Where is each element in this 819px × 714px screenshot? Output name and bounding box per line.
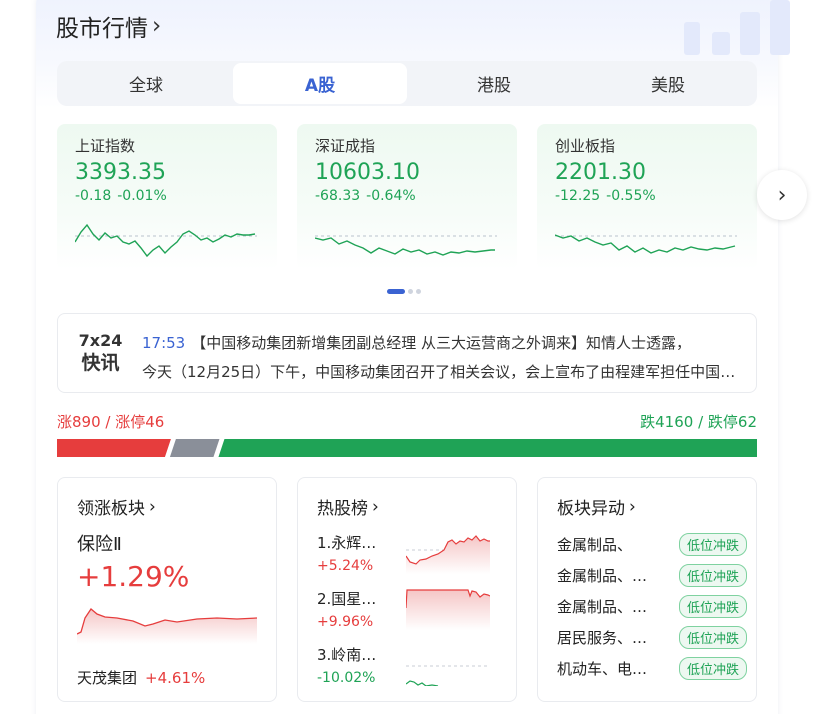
sector-move-row[interactable]: 金属制品、… 低位冲跌 bbox=[557, 563, 747, 587]
sector-move-row[interactable]: 金属制品、 低位冲跌 bbox=[557, 532, 747, 556]
index-sparkline bbox=[555, 234, 737, 254]
sector-move-badge: 低位冲跌 bbox=[678, 563, 747, 587]
news-body: 今天（12月25日）下午，中国移动集团召开了相关会议，会上宣布了由程建军担任中国… bbox=[142, 363, 738, 381]
sector-move-badge: 低位冲跌 bbox=[678, 532, 747, 556]
decorative-bars-icon bbox=[684, 0, 790, 55]
sector-move-name: 金属制品、 bbox=[557, 535, 633, 554]
index-change-pct: -0.55% bbox=[606, 188, 656, 204]
leading-sector-panel[interactable]: 领涨板块 › 保险Ⅱ +1.29% 天茂集团 +4.61% bbox=[57, 477, 277, 702]
sector-move-name: 机动车、电… bbox=[557, 659, 648, 678]
index-value: 2201.30 bbox=[555, 160, 646, 185]
hot-stock-sparkline bbox=[406, 535, 490, 574]
section-title[interactable]: 股市行情 › bbox=[56, 9, 161, 43]
sector-move-badge: 低位冲跌 bbox=[678, 656, 747, 680]
up-count-label: 涨890 / 涨停46 bbox=[57, 413, 165, 431]
index-card-chinext[interactable]: 创业板指 2201.30 -12.25 -0.55% bbox=[537, 124, 757, 270]
index-name: 上证指数 bbox=[75, 137, 136, 155]
chevron-right-icon: › bbox=[152, 13, 162, 39]
sector-move-badge: 低位冲跌 bbox=[678, 625, 747, 649]
tab-global[interactable]: 全球 bbox=[59, 63, 233, 104]
news-time: 17:53 bbox=[142, 334, 186, 352]
down-count-label: 跌4160 / 跌停62 bbox=[640, 413, 757, 431]
index-change-abs: -68.33 bbox=[315, 188, 361, 204]
index-card-shenzhen[interactable]: 深证成指 10603.10 -68.33 -0.64% bbox=[297, 124, 517, 270]
index-sparkline bbox=[75, 223, 257, 258]
news-headline: 【中国移动集团新增集团副总经理 从三大运营商之外调来】知情人士透露， bbox=[191, 334, 692, 352]
market-tabs: 全球 A股 港股 美股 bbox=[57, 61, 757, 106]
chevron-right-icon: › bbox=[629, 496, 636, 517]
index-sparkline bbox=[315, 235, 497, 256]
sector-pct: +1.29% bbox=[77, 560, 190, 593]
carousel-indicator bbox=[387, 289, 421, 294]
breadth-segment-down bbox=[218, 439, 757, 457]
sector-leader-name: 天茂集团 bbox=[77, 669, 138, 687]
index-change-pct: -0.64% bbox=[366, 188, 416, 204]
tab-us[interactable]: 美股 bbox=[581, 63, 755, 104]
chevron-right-icon: › bbox=[372, 496, 379, 517]
sector-leader-pct: +4.61% bbox=[145, 669, 206, 687]
news-flash[interactable]: 7x24 快讯 17:53 【中国移动集团新增集团副总经理 从三大运营商之外调来】… bbox=[57, 313, 757, 393]
hot-stock-item[interactable]: 1.永辉… +5.24% bbox=[317, 532, 507, 582]
sector-leader[interactable]: 天茂集团 +4.61% bbox=[77, 667, 205, 688]
chevron-right-icon: › bbox=[777, 182, 787, 208]
hot-stock-sparkline bbox=[406, 589, 490, 630]
hot-stock-item[interactable]: 3.岭南… -10.02% bbox=[317, 644, 507, 694]
index-change-pct: -0.01% bbox=[117, 188, 167, 204]
sector-moves-panel[interactable]: 板块异动 › 金属制品、 低位冲跌 金属制品、… 低位冲跌 金属制品、… 低位冲… bbox=[537, 477, 757, 702]
carousel-next-button[interactable]: › bbox=[757, 170, 807, 220]
index-change: -0.18 -0.01% bbox=[75, 188, 259, 204]
section-title-text: 股市行情 bbox=[56, 16, 148, 42]
panel-title[interactable]: 领涨板块 › bbox=[77, 494, 156, 520]
sector-move-row[interactable]: 金属制品、… 低位冲跌 bbox=[557, 594, 747, 618]
panel-title-text: 热股榜 bbox=[317, 499, 368, 519]
index-card-shanghai[interactable]: 上证指数 3393.35 -0.18 -0.01% bbox=[57, 124, 277, 270]
panel-title[interactable]: 板块异动 › bbox=[557, 494, 636, 520]
market-breadth-bar bbox=[57, 439, 757, 457]
news-content: 17:53 【中国移动集团新增集团副总经理 从三大运营商之外调来】知情人士透露， … bbox=[142, 329, 738, 387]
panel-title-text: 板块异动 bbox=[557, 499, 625, 519]
breadth-segment-up bbox=[57, 439, 171, 457]
index-change: -68.33 -0.64% bbox=[315, 188, 499, 204]
news-badge-top: 7x24 bbox=[78, 331, 123, 350]
news-badge: 7x24 快讯 bbox=[78, 331, 123, 375]
sector-move-badge: 低位冲跌 bbox=[678, 594, 747, 618]
sector-move-name: 居民服务、… bbox=[557, 628, 648, 647]
breadth-segment-flat bbox=[169, 439, 220, 457]
hot-stock-sparkline bbox=[406, 665, 490, 686]
sector-move-row[interactable]: 机动车、电… 低位冲跌 bbox=[557, 656, 747, 680]
carousel-dot[interactable] bbox=[408, 289, 413, 294]
hot-stock-item[interactable]: 2.国星… +9.96% bbox=[317, 588, 507, 638]
tab-hk[interactable]: 港股 bbox=[407, 63, 581, 104]
news-badge-bottom: 快讯 bbox=[81, 352, 120, 374]
chevron-right-icon: › bbox=[149, 496, 156, 517]
index-name: 深证成指 bbox=[315, 137, 376, 155]
sector-sparkline bbox=[77, 608, 257, 644]
sector-move-name: 金属制品、… bbox=[557, 566, 648, 585]
hot-stocks-panel[interactable]: 热股榜 › 1.永辉… +5.24% 2.国星… +9.96% 3.岭南… -1… bbox=[297, 477, 517, 702]
index-value: 3393.35 bbox=[75, 160, 166, 185]
panel-title[interactable]: 热股榜 › bbox=[317, 494, 379, 520]
sector-move-row[interactable]: 居民服务、… 低位冲跌 bbox=[557, 625, 747, 649]
sector-move-name: 金属制品、… bbox=[557, 597, 648, 616]
index-name: 创业板指 bbox=[555, 137, 616, 155]
index-value: 10603.10 bbox=[315, 160, 420, 185]
tab-a-share[interactable]: A股 bbox=[233, 63, 407, 104]
index-change-abs: -0.18 bbox=[75, 188, 112, 204]
panel-title-text: 领涨板块 bbox=[77, 499, 145, 519]
carousel-dot[interactable] bbox=[387, 289, 405, 294]
index-change-abs: -12.25 bbox=[555, 188, 601, 204]
sector-name: 保险Ⅱ bbox=[77, 534, 122, 555]
index-change: -12.25 -0.55% bbox=[555, 188, 739, 204]
carousel-dot[interactable] bbox=[416, 289, 421, 294]
